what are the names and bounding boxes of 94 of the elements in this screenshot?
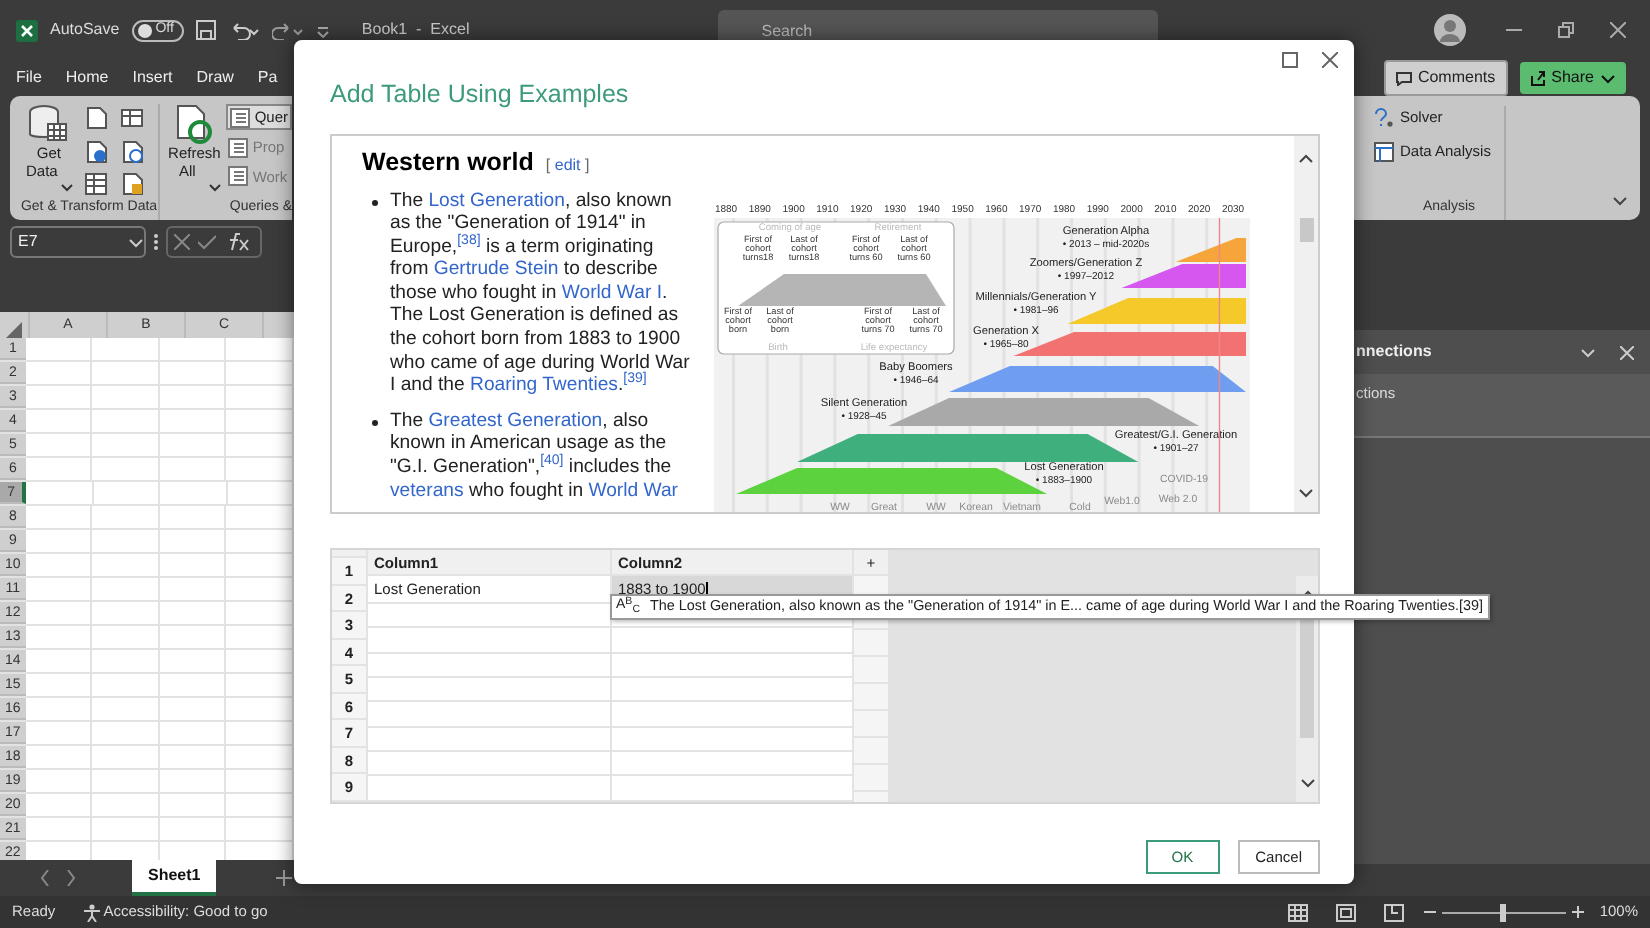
person-icon — [83, 903, 100, 921]
bullet-icon — [372, 419, 378, 426]
pane-title: nnections — [1356, 340, 1434, 364]
link[interactable]: Lost Generation — [428, 189, 565, 211]
menu-tab[interactable]: Draw — [196, 66, 234, 90]
table-cell[interactable] — [368, 628, 612, 653]
caret-icon — [1600, 71, 1616, 85]
properties-icon — [228, 137, 249, 158]
bullet-icon — [372, 199, 378, 205]
share-icon — [1529, 70, 1546, 86]
comment-icon — [1395, 71, 1412, 85]
table-cell[interactable] — [612, 653, 854, 678]
document-clock-icon[interactable] — [119, 139, 144, 164]
link[interactable]: veterans — [390, 479, 464, 502]
menu-tab[interactable]: Pa — [257, 66, 278, 90]
spreadsheet-icon — [16, 19, 38, 41]
redo-icon[interactable] — [271, 20, 304, 40]
scroll-left-icon[interactable] — [40, 870, 50, 886]
page-break-icon[interactable] — [1383, 903, 1404, 921]
menu-tab[interactable]: Insert — [132, 66, 173, 90]
link[interactable]: World War — [588, 479, 678, 502]
zoom-out-icon[interactable] — [1423, 906, 1436, 918]
bracket: [ — [545, 155, 551, 174]
caret-icon — [208, 182, 223, 194]
table-cell[interactable] — [612, 727, 854, 752]
scrollbar[interactable] — [1296, 575, 1318, 802]
table-cell[interactable] — [612, 677, 854, 703]
section-heading: Western world — [362, 145, 534, 180]
collapse-ribbon-icon[interactable] — [1612, 194, 1628, 208]
scrollbar-thumb[interactable] — [1299, 218, 1313, 243]
save-icon[interactable] — [195, 20, 216, 40]
database-icon — [26, 104, 71, 144]
scroll-down-icon[interactable] — [1298, 487, 1314, 500]
table-cell[interactable] — [368, 653, 612, 678]
scrollbar[interactable] — [1294, 135, 1318, 512]
paragraph: The Lost Generation, also known as the "Generation of 1914" in Europe,$^{[38]}$ is a term originating from Gertrude Stein to describe those who fought in World War I. The Lost Generation is defined as the cohort born from 1883 to 1900 who came of age during World War I and the Roaring Twenties.$^{[39]}$ — [390, 189, 690, 398]
add-sheet-icon[interactable] — [276, 870, 293, 886]
refresh-icon — [172, 104, 217, 144]
avatar-icon[interactable] — [1434, 14, 1466, 46]
menu-tab[interactable]: Home — [65, 66, 109, 90]
link[interactable]: Greatest Generation — [428, 409, 603, 432]
document-title: Book1 - Excel — [361, 18, 470, 42]
undo-icon[interactable] — [227, 20, 260, 40]
table-cell[interactable] — [612, 628, 854, 653]
edit-link[interactable]: edit — [554, 155, 581, 174]
sheet-tab[interactable]: Sheet1 — [132, 860, 217, 896]
table-cell[interactable] — [368, 776, 612, 802]
grid-icon[interactable] — [83, 172, 108, 197]
bracket: ] — [585, 155, 590, 174]
close-icon[interactable] — [1610, 22, 1626, 38]
reference-link[interactable]: [39] — [623, 372, 647, 387]
scroll-right-icon[interactable] — [66, 870, 76, 886]
dialog-title: Add Table Using Examples — [330, 78, 631, 112]
select-all-icon[interactable] — [6, 322, 22, 339]
document-info-icon[interactable] — [83, 139, 108, 164]
document-lock-icon[interactable] — [119, 172, 144, 197]
share-button[interactable]: Share — [1519, 62, 1626, 94]
name-box[interactable]: E7 — [10, 226, 146, 258]
scroll-down-icon[interactable] — [1299, 777, 1315, 790]
normal-view-icon[interactable] — [1287, 903, 1308, 921]
table-cell[interactable] — [612, 702, 854, 728]
list-icon — [230, 107, 251, 128]
comments-button[interactable]: Comments — [1383, 60, 1508, 96]
question-icon — [1374, 107, 1394, 128]
zoom-in-icon[interactable] — [1571, 906, 1584, 918]
link[interactable]: Roaring Twenties — [470, 374, 618, 397]
reference-link[interactable]: [40] — [540, 453, 564, 468]
customize-icon[interactable] — [315, 23, 330, 37]
table-cell[interactable] — [368, 677, 612, 703]
maximize-icon[interactable] — [1282, 52, 1298, 68]
scroll-up-icon[interactable] — [1298, 151, 1314, 164]
table-cell[interactable] — [612, 752, 854, 777]
document-icon[interactable] — [83, 106, 108, 130]
caret-icon — [128, 235, 144, 249]
table-cell[interactable] — [612, 776, 854, 802]
reference-link[interactable]: [38] — [457, 233, 481, 247]
cancel-icon[interactable] — [174, 234, 190, 250]
chart-table-icon — [1374, 141, 1394, 162]
caret-icon — [59, 182, 74, 194]
link[interactable]: World War I — [561, 281, 662, 304]
check-icon[interactable] — [198, 234, 216, 250]
link[interactable]: Gertrude Stein — [433, 258, 559, 281]
close-icon[interactable] — [1322, 52, 1338, 68]
function-icon[interactable] — [224, 232, 254, 252]
chevron-down-icon[interactable] — [1580, 345, 1596, 359]
table-cell[interactable] — [368, 752, 612, 777]
page-layout-icon[interactable] — [1335, 903, 1356, 921]
paragraph: The Greatest Generation, also known in American usage as the "G.I. Generation",$^{[40]}$ includes the veterans who fought in World War — [390, 409, 680, 503]
table-icon[interactable] — [119, 106, 144, 130]
restore-icon[interactable] — [1558, 22, 1574, 38]
table-cell[interactable] — [368, 727, 612, 752]
autosave-label: AutoSave — [50, 18, 120, 42]
menu-tab[interactable]: File — [16, 66, 42, 90]
table-cell[interactable] — [368, 702, 612, 728]
